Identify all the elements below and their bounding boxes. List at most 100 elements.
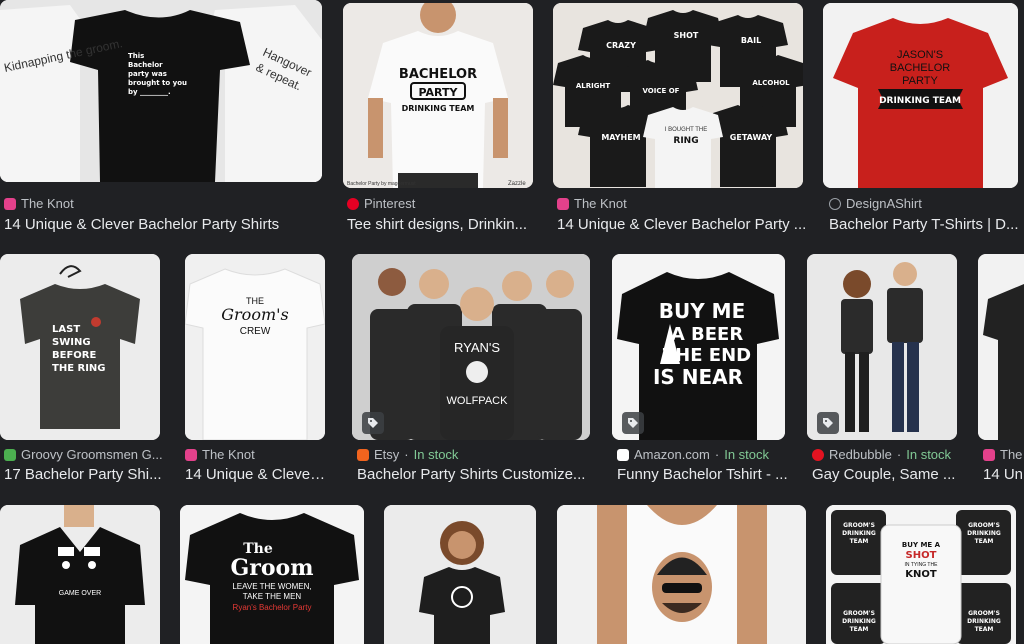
result-source-4[interactable]: DesignAShirt [829,196,1024,211]
shirt-text: GROOM'S [968,522,1000,529]
shirt-text: LAST [52,324,80,335]
result-thumb-10[interactable] [978,254,1024,440]
shirt-text: BEFORE [52,350,96,361]
shirt-text: GROOM'S [968,610,1000,617]
shirt-text: WOLFPACK [447,395,509,407]
result-thumb-15[interactable]: GROOM'S DRINKING TEAM GROOM'S DRINKING T… [826,505,1016,644]
tag-icon [622,412,644,434]
shirt-text: IN TYING THE [905,562,939,568]
shirt-text: RYAN'S [454,340,500,355]
shirt-text: SWING [52,337,91,348]
shirt-text: PARTY [418,86,458,99]
shirt-text: RING [673,136,698,146]
shirt-text: Groom's [221,305,288,324]
shirt-text: LEAVE THE WOMEN, [232,582,311,591]
result-thumb-4[interactable]: JASON'S BACHELOR PARTY DRINKING TEAM [823,3,1018,188]
shirt-text: DRINKING [842,530,876,537]
shirt-text: KNOT [905,569,937,580]
shirt-text: by ________. [128,88,171,96]
shirt-text: GROOM'S [843,610,875,617]
result-source-2[interactable]: Pinterest [347,196,537,211]
shirt-text: BAIL [741,36,761,45]
shirt-text: Groom [230,555,313,581]
in-stock-label: In stock [413,447,459,462]
etsy-icon [357,448,369,461]
result-source-10[interactable]: The [983,447,1024,462]
shirt-text: IS NEAR [653,365,743,389]
pinterest-icon [347,197,359,210]
shirt-text: BUY ME [659,299,746,323]
shirt-text: VOICE OF [643,87,680,95]
result-thumb-3[interactable]: CRAZY SHOT BAIL ALRIGHT VOICE OF ALCOHOL… [553,3,803,188]
shirt-text: ALCOHOL [752,79,790,87]
result-thumb-2[interactable]: BACHELOR PARTY DRINKING TEAM Bachelor Pa… [343,3,533,188]
result-source-9[interactable]: Redbubble · In stock [812,447,972,462]
shirt-text: DRINKING TEAM [402,104,475,113]
the-knot-icon [4,197,16,210]
tag-icon [362,412,384,434]
result-thumb-7[interactable]: RYAN'S WOLFPACK [352,254,590,440]
result-title-1[interactable]: 14 Unique & Clever Bachelor Party Shirts [4,216,314,233]
result-source-5[interactable]: Groovy Groomsmen G... [4,447,162,462]
shirt-text: GROOM'S [843,522,875,529]
result-thumb-1[interactable]: Kidnapping the groom. This Bachelor part… [0,0,322,182]
shirt-text: TEAM [850,538,869,545]
shirt-text: MAYHEM [601,133,640,142]
redbubble-icon [812,448,824,461]
amazon-icon [617,448,629,461]
result-title-6[interactable]: 14 Unique & Clever ... [185,466,330,483]
shirt-text: I BOUGHT THE [665,127,707,133]
shirt-text: A BEER [671,324,744,345]
shirt-text: party was [128,70,167,78]
in-stock-label: In stock [724,447,770,462]
image-caption: Bachelor Party by maggermust [347,181,416,187]
result-thumb-11[interactable]: GAME OVER [0,505,160,644]
result-source-1[interactable]: The Knot [4,196,314,211]
shirt-text: SHOT [674,31,699,40]
shirt-text: CREW [240,326,271,337]
result-thumb-5[interactable]: LAST SWING BEFORE THE RING [0,254,160,440]
the-knot-icon [185,448,197,461]
shirt-text: brought to you [128,79,187,87]
shirt-text: DRINKING [967,618,1001,625]
result-source-3[interactable]: The Knot [557,196,807,211]
result-thumb-13[interactable] [384,505,536,644]
result-title-2[interactable]: Tee shirt designs, Drinkin... [347,216,537,233]
shirt-text: TEAM [975,626,994,633]
globe-icon [829,197,841,210]
result-thumb-14[interactable] [557,505,806,644]
result-title-8[interactable]: Funny Bachelor Tshirt - ... [617,466,790,483]
shirt-text: DRINKING [967,530,1001,537]
brand-label: Zazzle [508,181,526,187]
result-thumb-6[interactable]: THE Groom's CREW [185,254,325,440]
result-source-7[interactable]: Etsy · In stock [357,447,595,462]
shirt-text: This [128,52,144,60]
shirt-text: PARTY [902,75,938,87]
result-title-3[interactable]: 14 Unique & Clever Bachelor Party ... [557,216,807,233]
the-knot-icon [557,197,569,210]
shirt-text: ALRIGHT [576,82,610,90]
shirt-text: BACHELOR [890,62,951,74]
result-source-6[interactable]: The Knot [185,447,330,462]
shirt-text: TEAM [850,626,869,633]
result-source-8[interactable]: Amazon.com · In stock [617,447,797,462]
result-title-10[interactable]: 14 Uni [983,466,1024,483]
shirt-text: Ryan's Bachelor Party [233,603,312,612]
result-thumb-12[interactable]: The Groom LEAVE THE WOMEN, TAKE THE MEN … [180,505,364,644]
shirt-text: THE RING [52,363,106,374]
shirt-text: DRINKING [842,618,876,625]
result-title-4[interactable]: Bachelor Party T-Shirts | D... [829,216,1019,233]
shirt-text: TEAM [975,538,994,545]
the-knot-icon [983,448,995,461]
tag-icon [817,412,839,434]
shirt-text: GAME OVER [59,590,101,597]
result-title-9[interactable]: Gay Couple, Same ... [812,466,962,483]
shirt-text: SHOT [906,550,937,561]
shirt-text: GETAWAY [730,133,773,142]
in-stock-label: In stock [906,447,952,462]
result-title-5[interactable]: 17 Bachelor Party Shi... [4,466,162,483]
shirt-text: DRINKING TEAM [879,96,961,106]
shirt-text: TAKE THE MEN [243,592,302,601]
shirt-text: Bachelor [128,61,163,69]
result-title-7[interactable]: Bachelor Party Shirts Customize... [357,466,595,483]
